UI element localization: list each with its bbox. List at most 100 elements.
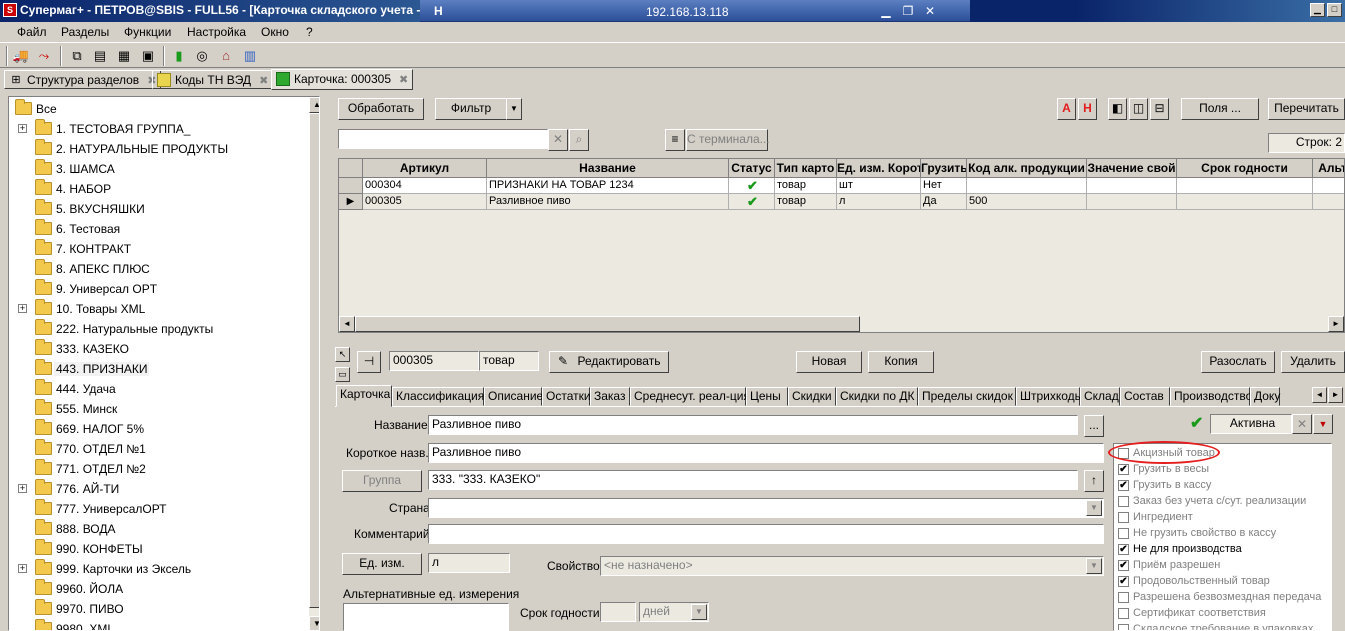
new-button[interactable]: Новая bbox=[796, 351, 862, 373]
grid-header[interactable]: Альт bbox=[1313, 159, 1344, 178]
scroll-thumb[interactable] bbox=[309, 113, 319, 608]
tree-scrollbar[interactable]: ▲ ▼ bbox=[309, 97, 319, 630]
tree-item[interactable]: +10. Товары XML bbox=[9, 299, 305, 319]
card-tab[interactable]: Скидки bbox=[788, 387, 836, 406]
row-indicator[interactable] bbox=[339, 178, 363, 194]
short-name-field[interactable]: Разливное пиво bbox=[428, 443, 1104, 463]
card-tab[interactable]: Карточка bbox=[336, 385, 392, 407]
grid-cell[interactable]: ПРИЗНАКИ НА ТОВАР 1234 bbox=[487, 178, 729, 194]
expand-icon[interactable]: + bbox=[18, 564, 27, 573]
filter-button[interactable]: Фильтр bbox=[435, 98, 507, 120]
expand-icon[interactable]: + bbox=[18, 304, 27, 313]
chart-icon[interactable]: ▥ bbox=[241, 47, 259, 65]
grid-cell[interactable] bbox=[1177, 178, 1313, 194]
fields-button[interactable]: Поля ... bbox=[1181, 98, 1259, 120]
card-tab[interactable]: Склад bbox=[1080, 387, 1120, 406]
checkbox-icon[interactable] bbox=[1118, 624, 1129, 630]
send-button[interactable]: Разослать bbox=[1201, 351, 1275, 373]
group-button[interactable]: Группа bbox=[342, 470, 422, 492]
checkbox-icon[interactable]: ✔ bbox=[1118, 544, 1129, 555]
grid-header[interactable]: Ед. изм. Корот bbox=[837, 159, 921, 178]
menu-functions[interactable]: Функции bbox=[124, 25, 171, 39]
maximize-icon[interactable]: □ bbox=[1327, 3, 1342, 17]
scroll-left-icon[interactable]: ◄ bbox=[339, 316, 355, 332]
card-tab[interactable]: Состав bbox=[1120, 387, 1170, 406]
grid-header[interactable]: Грузить bbox=[921, 159, 967, 178]
name-field[interactable]: Разливное пиво bbox=[428, 415, 1078, 435]
from-terminal-button[interactable]: С терминала... bbox=[686, 129, 770, 151]
shelf-life-field[interactable] bbox=[600, 602, 636, 622]
grid-hscrollbar[interactable]: ◄ ► bbox=[339, 316, 1344, 332]
edit-button[interactable]: ✎ Редактировать bbox=[549, 351, 669, 373]
scroll-up-icon[interactable]: ▲ bbox=[309, 97, 319, 113]
grid-cell[interactable] bbox=[967, 178, 1087, 194]
grid-header[interactable]: Значение свой bbox=[1087, 159, 1177, 178]
rdp-restore-icon[interactable]: ❐ bbox=[900, 3, 916, 19]
search-input[interactable] bbox=[338, 129, 548, 149]
grid-header[interactable]: Артикул bbox=[363, 159, 487, 178]
card-tab[interactable]: Скидки по ДК bbox=[836, 387, 918, 406]
folder-small-icon[interactable]: ▭ bbox=[335, 367, 350, 382]
grid-cell[interactable]: 000305 bbox=[363, 194, 487, 210]
alt-units-list[interactable] bbox=[343, 603, 509, 631]
tree-item[interactable]: 6. Тестовая bbox=[9, 219, 305, 239]
checkbox-icon[interactable]: ✔ bbox=[1118, 464, 1129, 475]
grid-cell[interactable]: 500 bbox=[967, 194, 1087, 210]
tree-item[interactable]: 770. ОТДЕЛ №1 bbox=[9, 439, 305, 459]
calculator-icon[interactable]: ▣ bbox=[139, 47, 157, 65]
tree-item[interactable]: 5. ВКУСНЯШКИ bbox=[9, 199, 305, 219]
truck-icon[interactable]: 🚚 bbox=[12, 47, 30, 65]
grid-header[interactable]: Срок годности bbox=[1177, 159, 1313, 178]
checkbox-icon[interactable] bbox=[1118, 496, 1129, 507]
card-icon[interactable]: ▮ bbox=[170, 47, 188, 65]
card-tab[interactable]: Доку bbox=[1250, 387, 1280, 406]
pin-icon[interactable]: ⊣ bbox=[357, 351, 381, 373]
menu-sections[interactable]: Разделы bbox=[61, 25, 109, 39]
grid-cell[interactable] bbox=[1177, 194, 1313, 210]
collapse-arrow-icon[interactable]: ↖ bbox=[335, 347, 350, 362]
rdp-pin-icon[interactable]: H bbox=[434, 4, 443, 18]
chevron-down-icon[interactable]: ▼ bbox=[691, 604, 707, 620]
shelf-life-unit-select[interactable]: дней ▼ bbox=[639, 602, 709, 622]
grid-cell[interactable]: товар bbox=[775, 194, 837, 210]
tree-item[interactable]: +776. АЙ-ТИ bbox=[9, 479, 305, 499]
comment-field[interactable] bbox=[428, 524, 1104, 544]
checkbox-icon[interactable]: ✔ bbox=[1118, 480, 1129, 491]
country-select[interactable]: ▼ bbox=[428, 498, 1104, 518]
tree-root[interactable]: Все bbox=[9, 99, 305, 119]
grid-cell[interactable]: Разливное пиво bbox=[487, 194, 729, 210]
layout-columns-icon[interactable]: ◫ bbox=[1129, 98, 1148, 120]
tree-item[interactable]: +1. ТЕСТОВАЯ ГРУППА_ bbox=[9, 119, 305, 139]
n-button[interactable]: Н bbox=[1078, 98, 1097, 120]
tree-item[interactable]: 444. Удача bbox=[9, 379, 305, 399]
a-button[interactable]: А bbox=[1057, 98, 1076, 120]
layout-rows-icon[interactable]: ⊟ bbox=[1150, 98, 1169, 120]
scroll-right-icon[interactable]: ► bbox=[1328, 316, 1344, 332]
tree-item[interactable]: 3. ШАМСА bbox=[9, 159, 305, 179]
grid-cell[interactable]: шт bbox=[837, 178, 921, 194]
grid-header[interactable]: Код алк. продукции bbox=[967, 159, 1087, 178]
tree-item[interactable]: 771. ОТДЕЛ №2 bbox=[9, 459, 305, 479]
grid-header[interactable]: Тип карто bbox=[775, 159, 837, 178]
shop-icon[interactable]: ⌂ bbox=[217, 47, 235, 65]
chevron-down-icon[interactable]: ▼ bbox=[1086, 558, 1102, 574]
checkbox-icon[interactable]: ✔ bbox=[1118, 576, 1129, 587]
chevron-down-icon[interactable]: ▼ bbox=[1086, 500, 1102, 516]
tree-item[interactable]: +999. Карточки из Эксель bbox=[9, 559, 305, 579]
process-button[interactable]: Обработать bbox=[338, 98, 424, 120]
grid-cell[interactable]: товар bbox=[775, 178, 837, 194]
status-clear-icon[interactable]: ✕ bbox=[1292, 414, 1312, 434]
delete-button[interactable]: Удалить bbox=[1281, 351, 1345, 373]
tree-item[interactable]: 222. Натуральные продукты bbox=[9, 319, 305, 339]
card-tab[interactable]: Среднесут. реал-ция bbox=[630, 387, 750, 406]
menu-settings[interactable]: Настройка bbox=[187, 25, 246, 39]
checkbox-icon[interactable] bbox=[1118, 512, 1129, 523]
expand-icon[interactable]: + bbox=[18, 124, 27, 133]
search-icon[interactable]: ⌕ bbox=[569, 129, 589, 151]
tree-item[interactable]: 888. ВОДА bbox=[9, 519, 305, 539]
filter-dropdown-icon[interactable]: ▼ bbox=[506, 98, 522, 120]
grid-cell[interactable] bbox=[1313, 194, 1344, 210]
table-icon[interactable]: ▦ bbox=[115, 47, 133, 65]
layout-left-icon[interactable]: ◧ bbox=[1108, 98, 1127, 120]
card-tab[interactable]: Остатки bbox=[542, 387, 591, 406]
